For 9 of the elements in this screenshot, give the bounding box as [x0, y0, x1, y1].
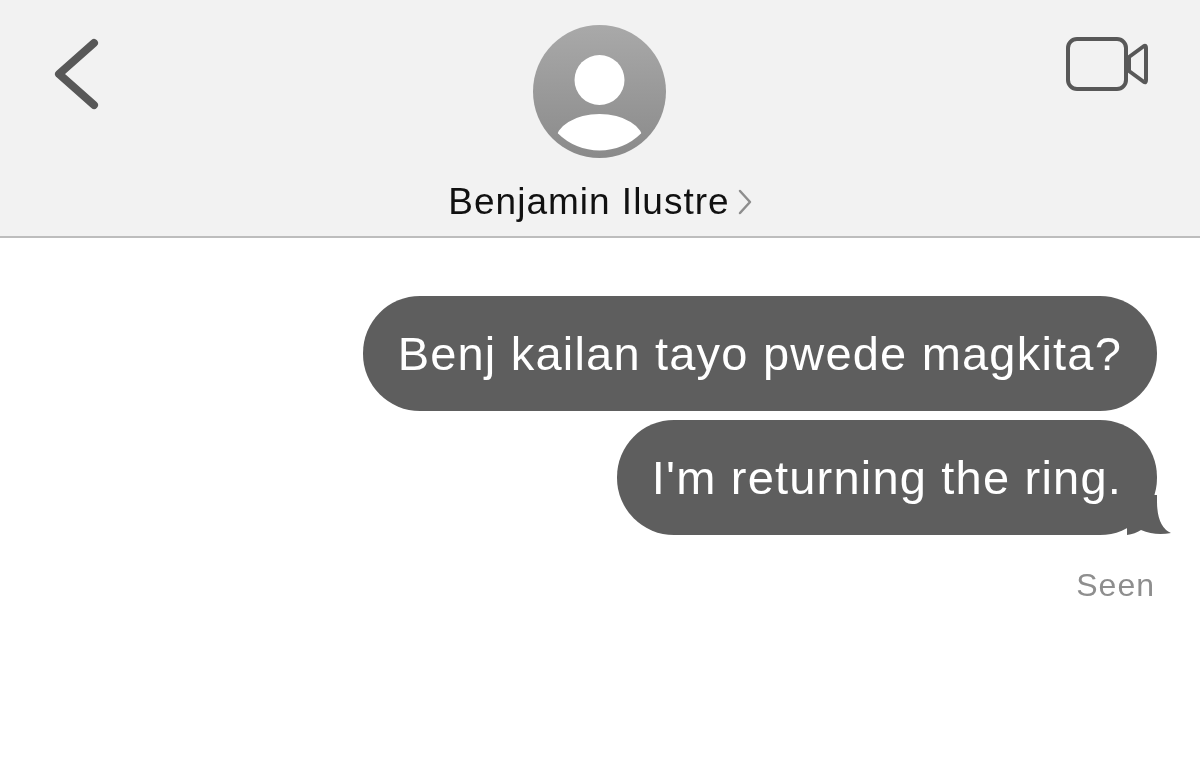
back-chevron-icon	[52, 38, 100, 110]
contact-name-button[interactable]: Benjamin Ilustre	[448, 180, 752, 224]
video-camera-icon	[1066, 37, 1148, 91]
chevron-right-icon	[737, 189, 752, 215]
message-bubble: I'm returning the ring.	[616, 420, 1171, 535]
message-bubble: Benj kailan tayo pwede magkita?	[362, 296, 1157, 411]
video-call-button[interactable]	[1066, 37, 1148, 91]
delivery-status: Seen	[1076, 566, 1155, 604]
back-button[interactable]	[52, 38, 100, 110]
